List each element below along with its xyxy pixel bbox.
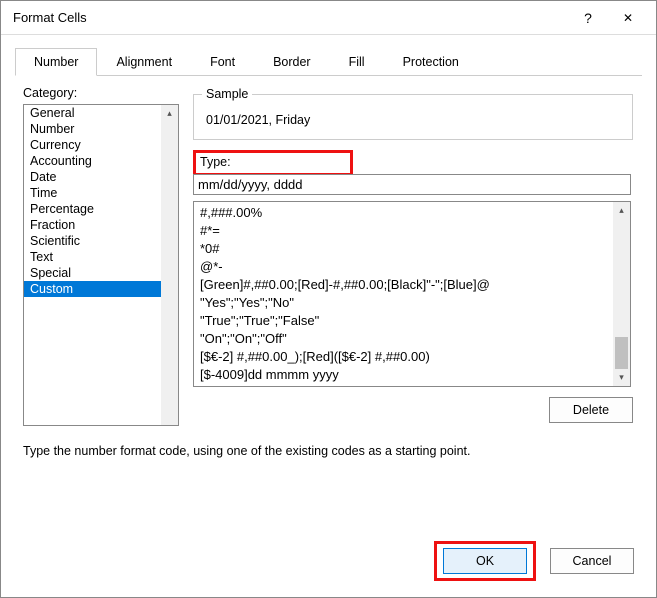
list-item[interactable]: Fraction	[24, 217, 161, 233]
list-item[interactable]: Accounting	[24, 153, 161, 169]
type-input[interactable]	[193, 174, 631, 195]
scroll-up-icon[interactable]: ▴	[161, 105, 178, 122]
format-code-listbox[interactable]: #,###.00% #*= *0# @*- [Green]#,##0.00;[R…	[193, 201, 631, 387]
content-area: Category: GeneralNumberCurrencyAccountin…	[1, 76, 656, 458]
sample-value: 01/01/2021, Friday	[204, 111, 622, 129]
list-item[interactable]: Custom	[24, 281, 161, 297]
tab-fill[interactable]: Fill	[330, 48, 384, 76]
scroll-up-icon[interactable]: ▴	[613, 202, 630, 219]
ok-button[interactable]: OK	[443, 548, 527, 574]
close-button[interactable]: ✕	[608, 3, 648, 33]
titlebar: Format Cells ? ✕	[1, 1, 656, 35]
list-item[interactable]: Number	[24, 121, 161, 137]
list-item[interactable]: Time	[24, 185, 161, 201]
delete-button[interactable]: Delete	[549, 397, 633, 423]
tab-font[interactable]: Font	[191, 48, 254, 76]
tab-protection[interactable]: Protection	[384, 48, 478, 76]
format-scrollbar[interactable]: ▴ ▾	[613, 202, 630, 386]
tab-border[interactable]: Border	[254, 48, 330, 76]
type-highlight: Type:	[193, 150, 353, 176]
window-title: Format Cells	[13, 10, 568, 25]
sample-box: Sample 01/01/2021, Friday	[193, 94, 633, 140]
dialog-footer: OK Cancel	[434, 541, 634, 581]
scroll-down-icon[interactable]: ▾	[613, 369, 630, 386]
list-item[interactable]: Scientific	[24, 233, 161, 249]
type-label: Type:	[200, 155, 346, 169]
list-item[interactable]: Date	[24, 169, 161, 185]
tabs-container: NumberAlignmentFontBorderFillProtection	[1, 35, 656, 76]
tab-number[interactable]: Number	[15, 48, 97, 76]
list-item[interactable]: Percentage	[24, 201, 161, 217]
hint-text: Type the number format code, using one o…	[23, 426, 634, 458]
help-button[interactable]: ?	[568, 3, 608, 33]
list-item[interactable]: General	[24, 105, 161, 121]
category-label: Category:	[23, 86, 179, 100]
list-item[interactable]: Currency	[24, 137, 161, 153]
category-listbox[interactable]: GeneralNumberCurrencyAccountingDateTimeP…	[23, 104, 179, 426]
scroll-thumb[interactable]	[615, 337, 628, 369]
list-item[interactable]: Text	[24, 249, 161, 265]
cancel-button[interactable]: Cancel	[550, 548, 634, 574]
tab-alignment[interactable]: Alignment	[97, 48, 191, 76]
list-item[interactable]: Special	[24, 265, 161, 281]
listbox-scrollbar[interactable]: ▴	[161, 105, 178, 425]
sample-legend: Sample	[202, 87, 252, 101]
ok-highlight: OK	[434, 541, 536, 581]
